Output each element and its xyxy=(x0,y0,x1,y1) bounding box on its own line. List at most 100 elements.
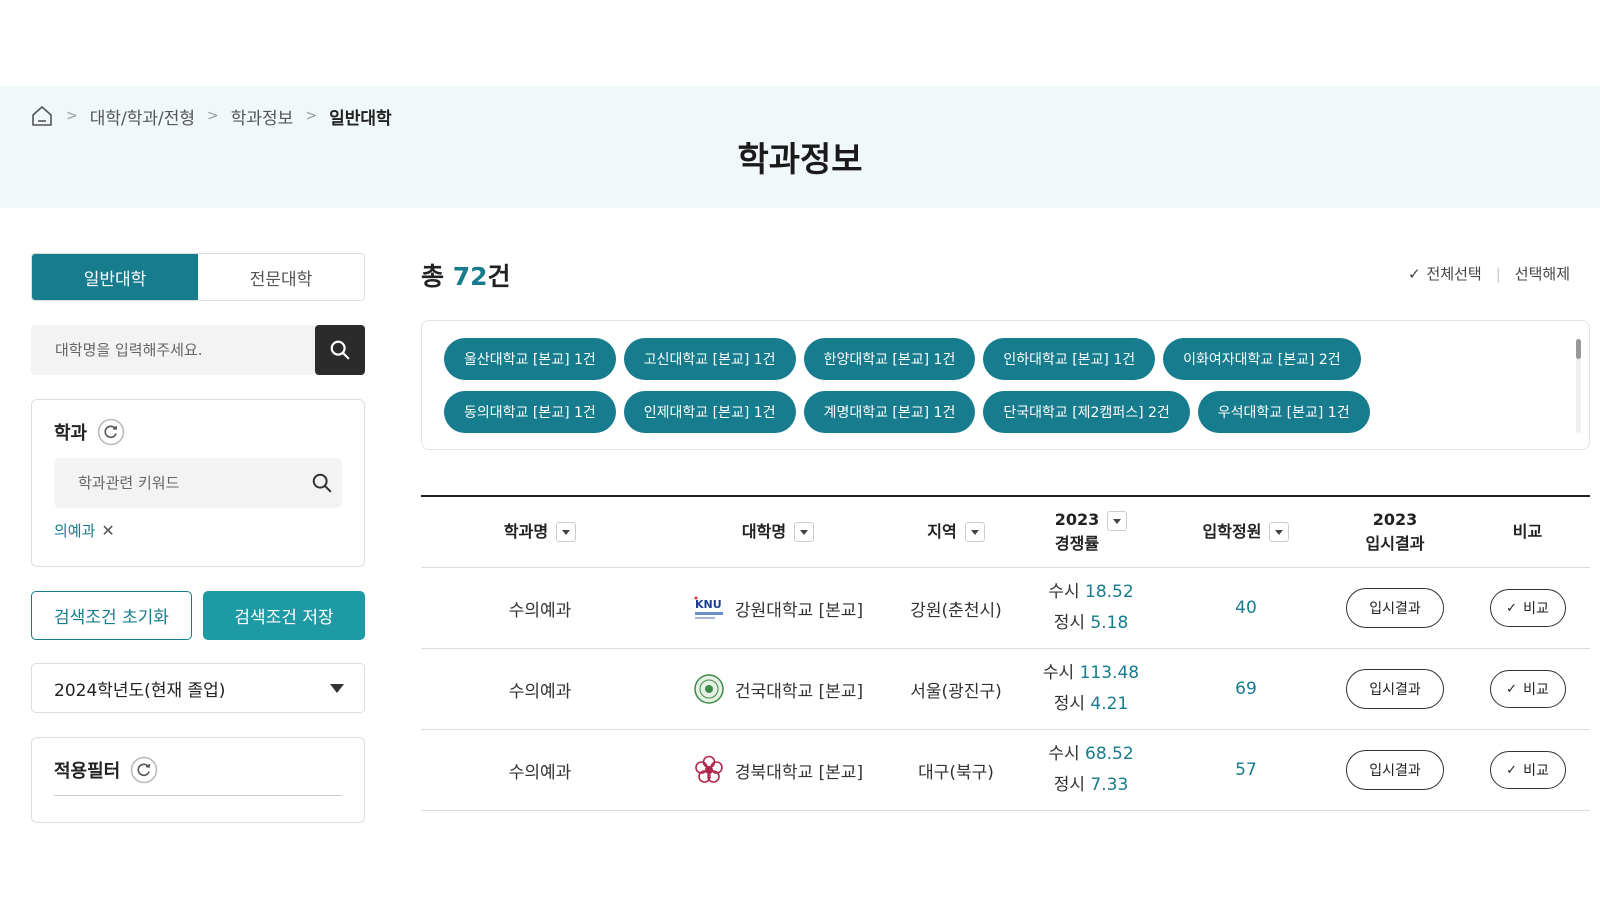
year-select[interactable]: 2024학년도(현재 졸업) xyxy=(31,663,365,713)
tab-general-university[interactable]: 일반대학 xyxy=(32,254,198,300)
univ-chip[interactable]: 인제대학교 [본교] 1건 xyxy=(623,391,796,433)
header-univ: 대학명 xyxy=(659,520,897,544)
check-icon: ✓ xyxy=(1506,762,1518,778)
deselect-button[interactable]: 선택해제 xyxy=(1515,263,1570,284)
breadcrumb-item-admission[interactable]: 대학/학과/전형 xyxy=(90,104,195,129)
total-suffix: 건 xyxy=(487,262,511,291)
sort-dropdown-icon[interactable] xyxy=(556,522,577,542)
compare-button[interactable]: ✓ 비교 xyxy=(1489,751,1566,789)
selected-dept-label: 의예과 xyxy=(54,522,96,540)
univ-chip[interactable]: 우석대학교 [본교] 1건 xyxy=(1197,391,1370,433)
selected-dept-tag: 의예과 ✕ xyxy=(54,520,115,541)
dept-table: 학과명 대학명 지역 2023 경쟁률 입학정원 2023 입시결과 비교 수의… xyxy=(421,495,1590,811)
univ-chip[interactable]: 이화여자대학교 [본교] 2건 xyxy=(1163,338,1361,380)
check-icon: ✓ xyxy=(1506,681,1518,697)
header-dept: 학과명 xyxy=(421,520,659,544)
cell-univ-label: 경북대학교 [본교] xyxy=(734,762,864,783)
rate-label-jeongsi: 정시 xyxy=(1053,694,1085,714)
cell-result: 입시결과 xyxy=(1325,750,1465,790)
search-icon[interactable] xyxy=(302,472,342,494)
refresh-icon[interactable] xyxy=(130,756,158,784)
total-count: 총 72건 xyxy=(421,257,511,293)
rate-jeongsi: 5.18 xyxy=(1090,613,1129,633)
tab-junior-college[interactable]: 전문대학 xyxy=(198,254,364,300)
year-select-value: 2024학년도(현재 졸업) xyxy=(54,680,226,701)
admission-result-button[interactable]: 입시결과 xyxy=(1346,750,1444,790)
compare-button[interactable]: ✓ 비교 xyxy=(1489,670,1566,708)
sort-dropdown-icon[interactable] xyxy=(1107,511,1128,531)
sort-dropdown-icon[interactable] xyxy=(1269,522,1290,542)
dept-search-input[interactable] xyxy=(54,458,302,508)
cell-compare: ✓ 비교 xyxy=(1465,589,1590,627)
univ-chip[interactable]: 한양대학교 [본교] 1건 xyxy=(803,338,976,380)
sort-dropdown-icon[interactable] xyxy=(794,522,815,542)
save-filter-button[interactable]: 검색조건 저장 xyxy=(203,591,365,640)
univ-chip[interactable]: 계명대학교 [본교] 1건 xyxy=(803,391,976,433)
cell-region: 강원(춘천시) xyxy=(910,600,1002,621)
univ-chip[interactable]: 단국대학교 [제2캠퍼스] 2건 xyxy=(983,391,1190,433)
caret-down-icon xyxy=(330,683,344,693)
header-region-label: 지역 xyxy=(927,522,957,541)
header-region: 지역 xyxy=(897,520,1015,544)
divider xyxy=(54,795,342,796)
rate-jeongsi: 7.33 xyxy=(1090,775,1129,795)
rate-label-susi: 수시 xyxy=(1048,582,1080,603)
svg-text:KNU: KNU xyxy=(695,598,722,611)
sort-dropdown-icon[interactable] xyxy=(964,522,985,542)
table-header: 학과명 대학명 지역 2023 경쟁률 입학정원 2023 입시결과 비교 xyxy=(421,495,1590,568)
rate-label-jeongsi: 정시 xyxy=(1053,775,1085,795)
rate-label-susi: 수시 xyxy=(1048,744,1080,765)
rate-label-susi: 수시 xyxy=(1042,663,1075,684)
header-rate-label: 2023 경쟁률 xyxy=(1055,508,1100,556)
cell-result: 입시결과 xyxy=(1325,669,1465,709)
univ-search-button[interactable] xyxy=(315,325,365,375)
breadcrumb: > 대학/학과/전형 > 학과정보 > 일반대학 xyxy=(30,104,392,129)
cell-dept[interactable]: 수의예과 xyxy=(421,758,659,783)
univ-chip[interactable]: 고신대학교 [본교] 1건 xyxy=(623,338,796,380)
cell-quota: 57 xyxy=(1235,760,1257,780)
table-row: 수의예과 건국대학교 [본교] 서울(광진구) 수시 113.48 정시 4.21 69 입… xyxy=(421,649,1590,730)
admission-result-button[interactable]: 입시결과 xyxy=(1346,669,1444,709)
compare-button[interactable]: ✓ 비교 xyxy=(1489,589,1566,627)
cell-quota: 40 xyxy=(1235,598,1257,618)
cell-dept[interactable]: 수의예과 xyxy=(421,677,659,702)
cell-compare: ✓ 비교 xyxy=(1465,670,1590,708)
univ-chip[interactable]: 울산대학교 [본교] 1건 xyxy=(444,338,616,380)
admission-result-button[interactable]: 입시결과 xyxy=(1346,588,1444,628)
scrollbar-thumb[interactable] xyxy=(1576,339,1581,359)
rate-jeongsi: 4.21 xyxy=(1090,694,1129,714)
univ-chip[interactable]: 인하대학교 [본교] 1건 xyxy=(983,338,1156,380)
dept-filter-title: 학과 xyxy=(54,418,125,446)
breadcrumb-item-dept-info[interactable]: 학과정보 xyxy=(231,104,294,129)
check-icon: ✓ xyxy=(1407,264,1421,283)
univ-type-tabs: 일반대학 전문대학 xyxy=(31,253,365,301)
univ-chip[interactable]: 동의대학교 [본교] 1건 xyxy=(444,391,616,433)
page-title: 학과정보 xyxy=(737,140,863,180)
cell-region: 대구(북구) xyxy=(918,762,994,783)
reset-filter-button[interactable]: 검색조건 초기화 xyxy=(31,591,192,640)
header-rate-year: 2023 xyxy=(1054,510,1100,529)
total-prefix: 총 xyxy=(421,262,445,291)
cell-univ[interactable]: KNU 강원대학교 [본교] xyxy=(659,592,897,624)
univ-search-input[interactable] xyxy=(31,325,315,375)
breadcrumb-item-current: 일반대학 xyxy=(329,108,392,129)
cell-rate: 수시 113.48 정시 4.21 xyxy=(1015,658,1167,719)
rate-susi: 113.48 xyxy=(1079,663,1140,684)
univ-chip-panel: 울산대학교 [본교] 1건 고신대학교 [본교] 1건 한양대학교 [본교] 1건 인… xyxy=(421,320,1590,450)
cell-dept[interactable]: 수의예과 xyxy=(421,596,659,621)
cell-univ[interactable]: 건국대학교 [본교] xyxy=(659,673,897,705)
home-icon[interactable] xyxy=(30,104,54,128)
rate-susi: 18.52 xyxy=(1085,582,1134,603)
select-all-button[interactable]: 전체선택 xyxy=(1427,263,1482,284)
cell-univ-label: 건국대학교 [본교] xyxy=(734,681,864,702)
refresh-icon[interactable] xyxy=(97,418,125,446)
close-icon[interactable]: ✕ xyxy=(101,521,114,540)
univ-chip-list: 울산대학교 [본교] 1건 고신대학교 [본교] 1건 한양대학교 [본교] 1건 인… xyxy=(444,338,1534,433)
total-number: 72 xyxy=(452,262,488,291)
dept-filter-panel: 학과 의예과 ✕ xyxy=(31,399,365,567)
header-quota: 입학정원 xyxy=(1167,520,1325,544)
breadcrumb-separator: > xyxy=(207,108,219,124)
applied-filter-title: 적용필터 xyxy=(54,756,158,784)
cell-univ[interactable]: 경북대학교 [본교] xyxy=(659,754,897,786)
search-icon xyxy=(330,340,350,360)
